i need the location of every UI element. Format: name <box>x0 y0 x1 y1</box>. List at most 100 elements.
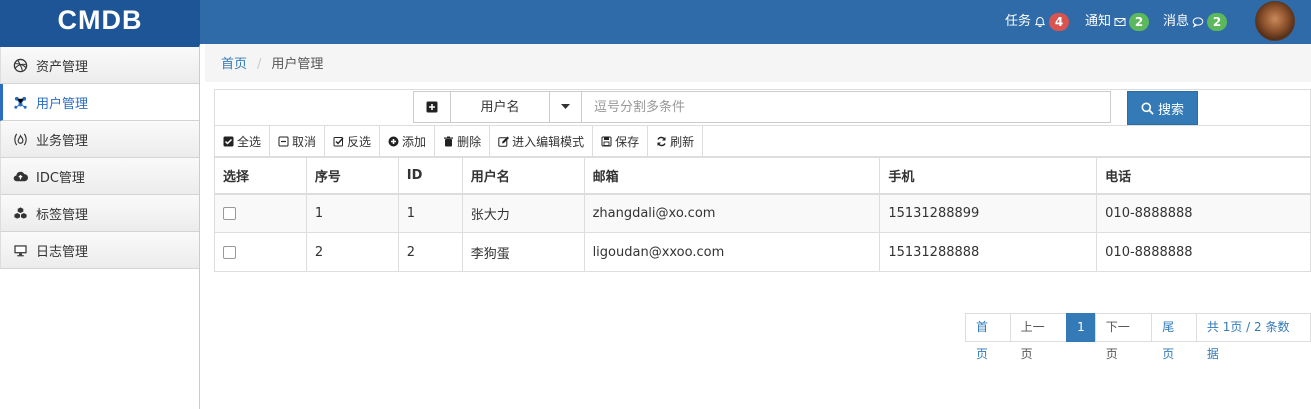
column-header-seq: 序号 <box>305 157 399 195</box>
edit-icon <box>498 136 510 147</box>
sidebar-item-label: 标签管理 <box>36 207 89 223</box>
search-button-label: 搜索 <box>1157 102 1184 118</box>
search-field-select[interactable]: 用户名 <box>450 91 550 123</box>
caret-down-icon <box>561 104 570 109</box>
breadcrumb-home-link[interactable]: 首页 <box>221 57 247 72</box>
search-button[interactable]: 搜索 <box>1127 91 1198 125</box>
sidebar-item-logs[interactable]: 日志管理 <box>0 232 199 269</box>
sidebar-item-label: 业务管理 <box>36 133 89 149</box>
save-button[interactable]: 保存 <box>593 126 649 156</box>
bell-icon <box>1034 16 1046 28</box>
mobile-cell: 15131288888 <box>879 232 1098 272</box>
tasks-link[interactable]: 任务 4 <box>1005 0 1070 44</box>
sidebar-item-users[interactable]: 用户管理 <box>0 84 199 121</box>
messages-label: 消息 <box>1163 14 1190 29</box>
edit-mode-button[interactable]: 进入编辑模式 <box>490 126 594 156</box>
save-label: 保存 <box>615 134 640 149</box>
users-network-icon <box>14 96 27 109</box>
table-toolbar: 全选 取消 反选 添加 删除 进入编辑模式 保存 刷新 <box>214 125 1311 157</box>
notices-link[interactable]: 通知 2 <box>1085 0 1150 44</box>
column-header-phone: 电话 <box>1096 157 1311 195</box>
id-cell: 1 <box>397 193 463 233</box>
breadcrumb: 首页 / 用户管理 <box>205 44 1311 82</box>
dribbble-icon <box>13 58 28 72</box>
phone-cell: 010-8888888 <box>1096 193 1311 233</box>
check-square-outline-icon <box>333 136 344 146</box>
phone-cell: 010-8888888 <box>1096 232 1311 272</box>
seq-cell: 2 <box>305 232 399 272</box>
pagination-next[interactable]: 下一页 <box>1094 313 1153 361</box>
tasks-label: 任务 <box>1005 14 1032 29</box>
add-button[interactable]: 添加 <box>380 126 436 156</box>
notices-count-badge: 2 <box>1129 13 1150 31</box>
messages-count-badge: 2 <box>1207 13 1228 31</box>
refresh-button[interactable]: 刷新 <box>648 126 704 156</box>
table-row[interactable]: 1 1 张大力 zhangdali@xo.com 15131288899 010… <box>214 193 1311 233</box>
cubes-icon <box>14 206 27 219</box>
select-cell <box>214 232 307 272</box>
pagination-summary: 共 1页 / 2 条数据 <box>1195 313 1311 361</box>
sidebar-item-label: 日志管理 <box>36 244 89 260</box>
id-cell: 2 <box>397 232 463 272</box>
add-condition-button[interactable] <box>413 91 451 123</box>
edit-mode-label: 进入编辑模式 <box>512 134 585 149</box>
sidebar: 资产管理 用户管理 业务管理 IDC管理 标签管理 日志管理 <box>0 44 200 409</box>
tasks-count-badge: 4 <box>1049 13 1070 31</box>
refresh-icon <box>657 136 666 146</box>
messages-link[interactable]: 消息 2 <box>1163 0 1228 44</box>
search-input[interactable] <box>581 91 1111 123</box>
table-header-row: 选择 序号 ID 用户名 邮箱 手机 电话 <box>214 157 1311 195</box>
username-cell: 李狗蛋 <box>461 232 585 272</box>
select-all-button[interactable]: 全选 <box>215 126 271 156</box>
refresh-label: 刷新 <box>670 134 695 149</box>
row-checkbox[interactable] <box>223 245 236 259</box>
delete-label: 删除 <box>457 134 482 149</box>
sidebar-item-business[interactable]: 业务管理 <box>0 121 199 158</box>
top-navbar: CMDB 任务 4 通知 2 消息 2 <box>0 0 1311 44</box>
delete-button[interactable]: 删除 <box>435 126 491 156</box>
fire-icon <box>14 133 27 145</box>
invert-selection-label: 反选 <box>347 134 372 149</box>
sidebar-item-label: 用户管理 <box>36 96 89 112</box>
search-bar: 用户名 搜索 <box>214 89 1311 125</box>
sidebar-item-label: IDC管理 <box>36 170 85 186</box>
pagination: 首页 上一页 1 下一页 尾页 共 1页 / 2 条数据 <box>965 313 1311 361</box>
sidebar-item-label: 资产管理 <box>36 59 89 75</box>
username-cell: 张大力 <box>461 193 585 233</box>
pagination-prev[interactable]: 上一页 <box>1009 313 1068 361</box>
plus-square-icon <box>426 101 438 113</box>
cloud-upload-icon <box>13 171 28 181</box>
sidebar-item-idc[interactable]: IDC管理 <box>0 158 199 195</box>
email-cell: ligoudan@xxoo.com <box>583 232 881 272</box>
row-checkbox[interactable] <box>223 206 236 220</box>
column-header-email: 邮箱 <box>583 157 881 195</box>
comment-icon <box>1192 17 1204 28</box>
pagination-first[interactable]: 首页 <box>965 313 1011 361</box>
cancel-button[interactable]: 取消 <box>270 126 326 156</box>
breadcrumb-current: 用户管理 <box>271 57 324 72</box>
invert-selection-button[interactable]: 反选 <box>325 126 381 156</box>
column-header-mobile: 手机 <box>879 157 1098 195</box>
table-row[interactable]: 2 2 李狗蛋 ligoudan@xxoo.com 15131288888 01… <box>214 232 1311 272</box>
main-content: 首页 / 用户管理 用户名 搜索 全选 取消 反选 添加 <box>205 44 1311 409</box>
envelope-icon <box>1114 18 1126 26</box>
column-header-id: ID <box>397 157 463 195</box>
minus-square-icon <box>278 136 289 146</box>
plus-circle-icon <box>388 136 399 146</box>
pagination-current-page[interactable]: 1 <box>1066 313 1096 342</box>
floppy-disk-icon <box>601 136 612 146</box>
pagination-last[interactable]: 尾页 <box>1151 313 1197 361</box>
app-logo[interactable]: CMDB <box>0 0 200 44</box>
column-header-select: 选择 <box>214 157 307 195</box>
sidebar-item-tags[interactable]: 标签管理 <box>0 195 199 232</box>
sidebar-item-assets[interactable]: 资产管理 <box>0 47 199 84</box>
seq-cell: 1 <box>305 193 399 233</box>
desktop-icon <box>14 244 27 256</box>
cancel-label: 取消 <box>292 134 317 149</box>
user-avatar[interactable] <box>1255 1 1295 41</box>
notices-label: 通知 <box>1085 14 1112 29</box>
search-icon <box>1141 102 1154 115</box>
search-field-dropdown[interactable] <box>549 91 582 123</box>
select-cell <box>214 193 307 233</box>
check-square-icon <box>223 136 234 146</box>
